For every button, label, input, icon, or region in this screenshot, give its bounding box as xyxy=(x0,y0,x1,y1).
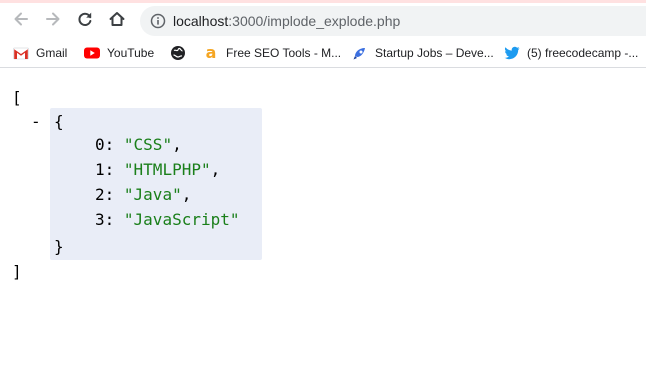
arrow-left-icon xyxy=(14,12,28,26)
reload-icon xyxy=(78,12,92,26)
json-separator: , xyxy=(181,185,192,204)
globe-icon xyxy=(170,45,186,61)
json-key: 3 xyxy=(95,210,105,229)
json-value: "Java" xyxy=(123,185,182,204)
array-close-bracket: ] xyxy=(12,262,22,281)
object-open-brace: { xyxy=(54,112,64,131)
bookmark-free-seo-tools[interactable]: a Free SEO Tools - M... xyxy=(203,38,342,68)
home-icon xyxy=(109,12,125,26)
bookmark-startup-jobs[interactable]: Startup Jobs – Deve... xyxy=(352,38,494,68)
json-separator: , xyxy=(210,160,221,179)
bookmark-label: YouTube xyxy=(107,46,155,60)
bookmark-youtube[interactable]: YouTube xyxy=(84,38,154,68)
back-button[interactable] xyxy=(8,6,34,32)
json-entry: 3: "JavaScript" xyxy=(95,210,240,229)
arrow-right-icon xyxy=(46,12,60,26)
json-viewer: [ - { 0: "CSS", 1: "HTMLPHP", 2: "Java",… xyxy=(0,70,646,388)
url-path: :3000/implode_explode.php xyxy=(228,13,401,29)
svg-text:a: a xyxy=(206,45,217,61)
bookmark-label: Free SEO Tools - M... xyxy=(226,46,342,60)
url-text[interactable]: localhost:3000/implode_explode.php xyxy=(173,6,400,36)
json-value: "CSS" xyxy=(123,135,173,154)
reload-button[interactable] xyxy=(72,6,98,32)
bookmark-gmail[interactable]: Gmail xyxy=(13,38,67,68)
info-icon[interactable] xyxy=(150,13,166,29)
json-key: 1 xyxy=(95,160,105,179)
browser-toolbar: localhost:3000/implode_explode.php xyxy=(0,3,646,36)
bookmark-globe[interactable] xyxy=(170,38,193,68)
collapse-toggle[interactable]: - xyxy=(31,110,41,134)
url-host: localhost xyxy=(173,13,229,29)
json-value: "JavaScript" xyxy=(123,210,240,229)
forward-button[interactable] xyxy=(40,6,66,32)
bookmark-label: Gmail xyxy=(36,46,68,60)
json-entry: 2: "Java", xyxy=(95,185,192,204)
json-entry: 0: "CSS", xyxy=(95,135,182,154)
bookmark-freecodecamp[interactable]: (5) freecodecamp -... xyxy=(504,38,638,68)
address-bar[interactable]: localhost:3000/implode_explode.php xyxy=(140,6,646,36)
youtube-icon xyxy=(84,45,100,61)
object-close-brace: } xyxy=(54,237,64,256)
home-button[interactable] xyxy=(104,6,130,32)
bookmark-label: (5) freecodecamp -... xyxy=(527,46,639,60)
gmail-icon xyxy=(13,45,29,61)
json-value: "HTMLPHP" xyxy=(123,160,211,179)
twitter-icon xyxy=(504,45,520,61)
bookmark-label: Startup Jobs – Deve... xyxy=(375,46,494,60)
json-separator: , xyxy=(172,135,182,154)
json-entry: 1: "HTMLPHP", xyxy=(95,160,221,179)
startup-jobs-icon xyxy=(352,45,368,61)
array-open-bracket: [ xyxy=(12,88,22,107)
bookmarks-bar: Gmail YouTube a Free SEO Tools - M... St… xyxy=(0,38,646,68)
seo-tools-icon: a xyxy=(203,45,219,61)
json-key: 2 xyxy=(95,185,105,204)
json-key: 0 xyxy=(95,135,105,154)
